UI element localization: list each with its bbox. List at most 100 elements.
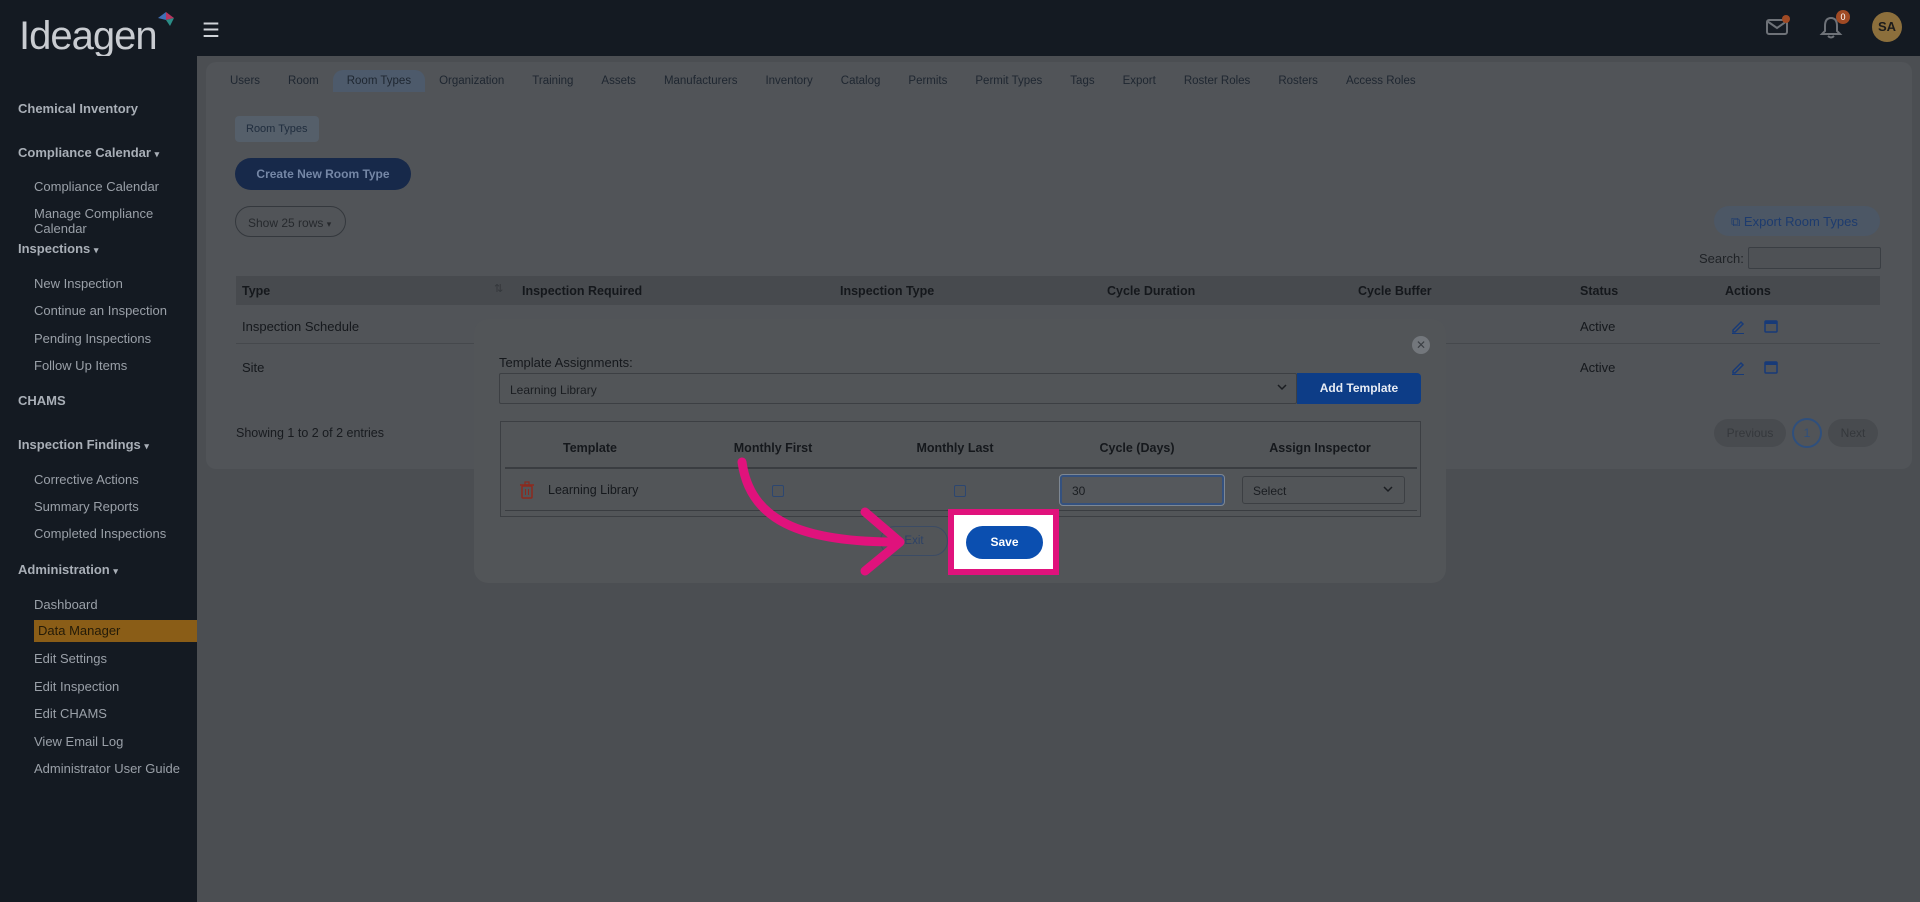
sidebar-item-compliance-calendar[interactable]: Compliance Calendar [34, 179, 159, 194]
export-room-types-button[interactable]: ⧉ Export Room Types [1714, 206, 1880, 236]
sidebar-item-chemical-inventory[interactable]: Chemical Inventory [18, 101, 138, 116]
tab-room-types[interactable]: Room Types [332, 70, 426, 92]
notification-count-badge: 0 [1836, 10, 1850, 24]
header-cycle-duration[interactable]: Cycle Duration [1107, 284, 1195, 298]
page-number-button[interactable]: 1 [1792, 418, 1822, 448]
sidebar-section-label: Inspections [18, 241, 91, 256]
logo-mark-icon [158, 12, 174, 26]
search-input[interactable] [1748, 247, 1881, 269]
sidebar-item-edit-settings[interactable]: Edit Settings [34, 651, 107, 666]
tab-assets[interactable]: Assets [587, 70, 650, 92]
sidebar-item-edit-inspection[interactable]: Edit Inspection [34, 679, 119, 694]
cycle-days-input[interactable]: 30 [1059, 474, 1225, 506]
tab-training[interactable]: Training [518, 70, 587, 92]
tab-access-roles[interactable]: Access Roles [1332, 70, 1430, 92]
row-type: Inspection Schedule [242, 319, 360, 334]
row-status: Active [1580, 319, 1616, 334]
edit-icon[interactable] [1730, 359, 1746, 375]
caret-down-icon: ▾ [113, 566, 118, 576]
messages-icon[interactable] [1764, 14, 1790, 40]
show-rows-label: Show 25 rows [248, 216, 324, 230]
template-name: Learning Library [548, 483, 639, 497]
export-label: Export Room Types [1743, 214, 1858, 229]
show-rows-dropdown[interactable]: Show 25 rows ▾ [235, 206, 346, 237]
entries-summary: Showing 1 to 2 of 2 entries [236, 426, 385, 440]
tab-organization[interactable]: Organization [425, 70, 518, 92]
search-label: Search: [1699, 251, 1744, 266]
row-type: Site [242, 360, 265, 375]
previous-page-button[interactable]: Previous [1714, 419, 1786, 447]
sidebar-item-dashboard[interactable]: Dashboard [34, 597, 98, 612]
sidebar-item-completed-inspections[interactable]: Completed Inspections [34, 526, 166, 541]
calendar-icon[interactable] [1763, 318, 1779, 334]
next-page-button[interactable]: Next [1828, 419, 1878, 447]
header-inspection-type[interactable]: Inspection Type [840, 284, 934, 298]
sidebar-section-label: Compliance Calendar [18, 145, 151, 160]
tab-users[interactable]: Users [216, 70, 274, 92]
sidebar-item-pending-inspections[interactable]: Pending Inspections [34, 331, 151, 346]
create-room-type-button[interactable]: Create New Room Type [235, 158, 411, 190]
sidebar-section-inspections[interactable]: Inspections ▾ [18, 241, 98, 256]
caret-down-icon: ▾ [154, 149, 160, 159]
sidebar-item-follow-up-items[interactable]: Follow Up Items [34, 358, 127, 373]
template-select[interactable]: Learning Library [499, 373, 1297, 404]
header-status[interactable]: Status [1580, 284, 1618, 298]
top-bar: Ideagen ☰ 0 SA [0, 0, 1920, 59]
sidebar-section-administration[interactable]: Administration ▾ [18, 562, 118, 577]
close-icon[interactable]: ✕ [1412, 336, 1430, 354]
template-assignments-label: Template Assignments: [499, 355, 633, 370]
sidebar-item-chams[interactable]: CHAMS [18, 393, 66, 408]
sidebar-section-compliance-calendar[interactable]: Compliance Calendar ▾ [18, 145, 159, 160]
trash-icon[interactable] [519, 481, 535, 499]
sidebar-item-admin-user-guide[interactable]: Administrator User Guide [34, 761, 180, 776]
edit-icon[interactable] [1730, 318, 1746, 334]
add-template-button[interactable]: Add Template [1297, 373, 1421, 404]
col-template: Template [563, 441, 617, 455]
sidebar-item-data-manager[interactable]: Data Manager [34, 620, 197, 642]
chevron-down-icon [1383, 486, 1393, 493]
sidebar-item-continue-inspection[interactable]: Continue an Inspection [34, 303, 167, 318]
sidebar-section-label: Administration [18, 562, 110, 577]
pointer-arrow-icon [737, 457, 905, 576]
header-type[interactable]: Type [242, 284, 270, 298]
tab-roster-roles[interactable]: Roster Roles [1170, 70, 1264, 92]
header-actions: Actions [1725, 284, 1771, 298]
save-button[interactable]: Save [966, 526, 1043, 559]
hamburger-menu-icon[interactable]: ☰ [202, 18, 220, 43]
sidebar-item-new-inspection[interactable]: New Inspection [34, 276, 123, 291]
sidebar-item-view-email-log[interactable]: View Email Log [34, 734, 123, 749]
assign-inspector-select[interactable]: Select [1242, 476, 1405, 504]
tab-manufacturers[interactable]: Manufacturers [650, 70, 752, 92]
caret-down-icon: ▾ [93, 245, 99, 255]
header-inspection-required[interactable]: Inspection Required [522, 284, 642, 298]
tab-catalog[interactable]: Catalog [827, 70, 895, 92]
sidebar-item-summary-reports[interactable]: Summary Reports [34, 499, 139, 514]
monthly-last-checkbox[interactable] [954, 485, 966, 497]
calendar-icon[interactable] [1763, 359, 1779, 375]
caret-down-icon: ▾ [144, 441, 149, 451]
tab-rosters[interactable]: Rosters [1264, 70, 1332, 92]
col-monthly-last: Monthly Last [916, 441, 994, 455]
tab-export[interactable]: Export [1109, 70, 1170, 92]
tab-tags[interactable]: Tags [1056, 70, 1108, 92]
tab-permits[interactable]: Permits [894, 70, 961, 92]
col-assign-inspector: Assign Inspector [1269, 441, 1371, 455]
sidebar-item-manage-compliance-calendar[interactable]: Manage Compliance Calendar [34, 206, 197, 236]
data-manager-tabs: Users Room Room Types Organization Train… [216, 70, 1430, 92]
sidebar-item-corrective-actions[interactable]: Corrective Actions [34, 472, 139, 487]
sort-icon[interactable]: ⇅ [494, 282, 503, 295]
tab-room[interactable]: Room [274, 70, 333, 92]
ideagen-logo[interactable]: Ideagen [19, 14, 158, 59]
sidebar-section-inspection-findings[interactable]: Inspection Findings ▾ [18, 437, 149, 452]
tab-permit-types[interactable]: Permit Types [961, 70, 1056, 92]
caret-down-icon: ▾ [326, 219, 332, 229]
user-avatar[interactable]: SA [1872, 12, 1902, 42]
room-types-subtab[interactable]: Room Types [235, 116, 319, 142]
sidebar-item-edit-chams[interactable]: Edit CHAMS [34, 706, 107, 721]
notifications-bell-icon[interactable]: 0 [1818, 10, 1850, 40]
header-cycle-buffer[interactable]: Cycle Buffer [1358, 284, 1432, 298]
chevron-down-icon [1277, 384, 1287, 391]
external-link-icon: ⧉ [1731, 214, 1741, 229]
table-header: Type ⇅ Inspection Required Inspection Ty… [236, 276, 1880, 305]
tab-inventory[interactable]: Inventory [751, 70, 826, 92]
